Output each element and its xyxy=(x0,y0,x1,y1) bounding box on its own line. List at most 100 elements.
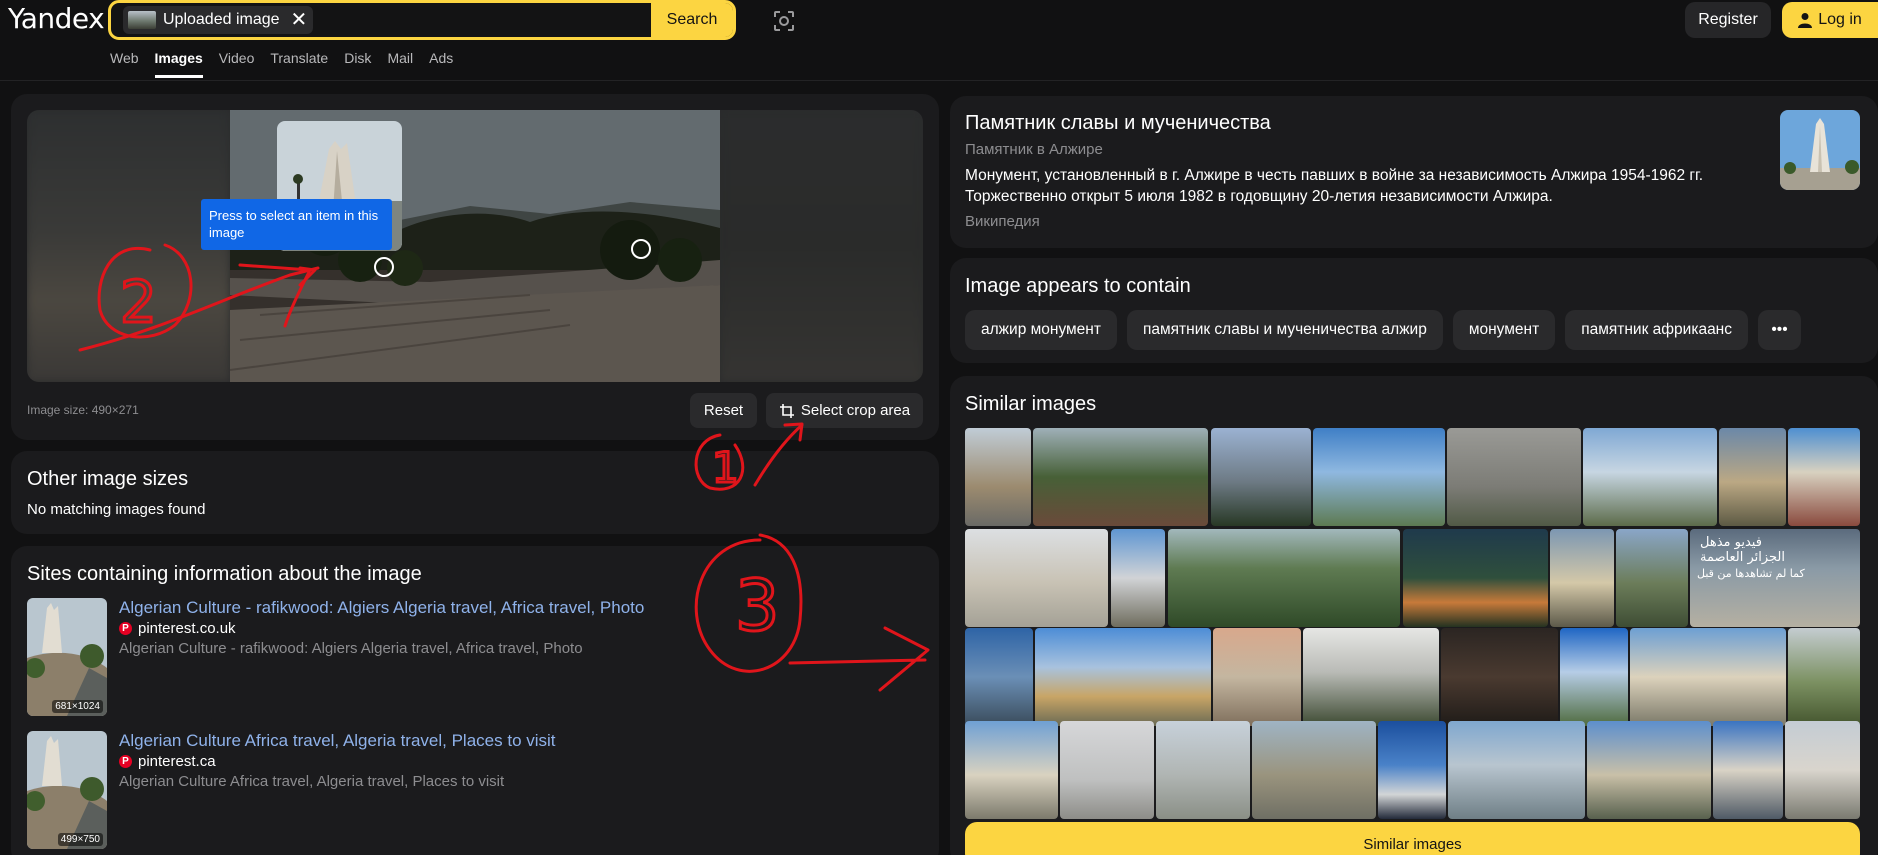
similar-image[interactable] xyxy=(1313,428,1445,526)
close-icon[interactable]: ✕ xyxy=(291,10,308,30)
similar-image[interactable] xyxy=(1616,529,1688,627)
tab-video[interactable]: Video xyxy=(219,50,255,66)
site-domain-text: pinterest.ca xyxy=(138,753,216,770)
similar-image[interactable] xyxy=(1033,428,1208,526)
search-button[interactable]: Search xyxy=(651,3,733,37)
uploaded-image-label: Uploaded image xyxy=(163,11,280,28)
similar-image[interactable] xyxy=(965,529,1108,627)
similar-image[interactable] xyxy=(965,721,1058,819)
tab-disk[interactable]: Disk xyxy=(344,50,371,66)
grid-row xyxy=(965,721,1860,819)
overlay-text-line: كما لم تشاهدها من قبل xyxy=(1697,567,1805,580)
site-domain-text: pinterest.co.uk xyxy=(138,620,236,637)
camera-search-icon[interactable] xyxy=(772,9,796,33)
similar-image[interactable] xyxy=(1788,628,1860,726)
site-result-title[interactable]: Algerian Culture Africa travel, Algeria … xyxy=(119,731,556,751)
similar-image[interactable] xyxy=(965,628,1033,726)
similar-image[interactable] xyxy=(1252,721,1376,819)
thumbnail-dimensions: 681×1024 xyxy=(52,700,103,713)
pinterest-icon: P xyxy=(119,622,132,635)
yandex-logo[interactable]: Yandex xyxy=(8,2,105,35)
overlay-text-line: فيديو مذهل xyxy=(1700,535,1762,550)
similar-image[interactable] xyxy=(965,428,1031,526)
tag-chip[interactable]: памятник африкаанс xyxy=(1565,310,1748,350)
other-sizes-card: Other image sizes No matching images fou… xyxy=(11,451,939,534)
login-label: Log in xyxy=(1818,11,1862,28)
header-divider xyxy=(0,80,1878,81)
blurred-backdrop-right xyxy=(720,110,923,382)
select-crop-area-button[interactable]: Select crop area xyxy=(766,393,923,428)
site-result[interactable]: 499×750 Algerian Culture Africa travel, … xyxy=(27,731,927,851)
site-result-title[interactable]: Algerian Culture - rafikwood: Algiers Al… xyxy=(119,598,644,618)
similar-image[interactable] xyxy=(1785,721,1860,819)
site-result-thumbnail[interactable]: 681×1024 xyxy=(27,598,107,716)
tab-translate[interactable]: Translate xyxy=(270,50,328,66)
similar-image[interactable] xyxy=(1156,721,1250,819)
similar-image[interactable] xyxy=(1111,529,1165,627)
image-preview[interactable] xyxy=(27,110,923,382)
similar-image[interactable] xyxy=(1630,628,1786,726)
object-image[interactable] xyxy=(1780,110,1860,190)
monument-image xyxy=(1780,110,1860,190)
site-result-thumbnail[interactable]: 499×750 xyxy=(27,731,107,849)
similar-image[interactable] xyxy=(1168,529,1400,627)
similar-image[interactable] xyxy=(1035,628,1211,726)
crop-icon xyxy=(779,403,794,418)
other-sizes-title: Other image sizes xyxy=(27,468,189,490)
object-subtitle: Памятник в Алжире xyxy=(965,141,1103,158)
grid-row xyxy=(965,428,1860,526)
service-tabs: Web Images Video Translate Disk Mail Ads xyxy=(110,50,453,78)
register-button[interactable]: Register xyxy=(1685,2,1771,38)
site-result[interactable]: 681×1024 Algerian Culture - rafikwood: A… xyxy=(27,598,927,718)
similar-image[interactable] xyxy=(1713,721,1783,819)
select-crop-area-label: Select crop area xyxy=(800,402,911,419)
overlay-text-line: الجزائر العاصمة xyxy=(1700,550,1786,565)
search-bar[interactable]: Uploaded image ✕ Search xyxy=(108,0,736,40)
tag-chip[interactable]: памятник славы и мученичества алжир xyxy=(1126,310,1443,350)
thumbnail-dimensions: 499×750 xyxy=(57,833,103,846)
similar-image[interactable] xyxy=(1583,428,1717,526)
similar-image[interactable] xyxy=(1788,428,1860,526)
similar-image[interactable] xyxy=(1378,721,1446,819)
sites-title: Sites containing information about the i… xyxy=(27,563,422,585)
site-result-description: Algerian Culture Africa travel, Algeria … xyxy=(119,773,505,790)
login-button[interactable]: Log in xyxy=(1782,2,1878,38)
similar-images-button[interactable]: Similar images xyxy=(965,822,1860,855)
tab-images[interactable]: Images xyxy=(154,50,204,78)
site-result-description: Algerian Culture - rafikwood: Algiers Al… xyxy=(119,640,583,657)
similar-image[interactable] xyxy=(1550,529,1614,627)
site-result-domain[interactable]: P pinterest.co.uk xyxy=(119,620,236,637)
similar-image[interactable] xyxy=(1403,529,1548,627)
more-tags-button[interactable]: ••• xyxy=(1758,310,1801,350)
tab-ads[interactable]: Ads xyxy=(429,50,453,66)
site-thumbnail-image xyxy=(27,731,107,849)
image-preview-card: Press to select an item in this image xyxy=(11,94,939,440)
similar-image[interactable] xyxy=(1447,428,1581,526)
item-hotspot-2[interactable] xyxy=(631,239,651,259)
similar-image[interactable] xyxy=(1211,428,1311,526)
item-hotspot-1[interactable] xyxy=(374,257,394,277)
similar-image[interactable] xyxy=(1587,721,1711,819)
tag-chip[interactable]: монумент xyxy=(1452,310,1556,350)
similar-image[interactable] xyxy=(1213,628,1301,726)
user-icon xyxy=(1798,13,1813,28)
uploaded-image-thumbnail xyxy=(128,11,156,29)
tag-list: алжир монумент памятник славы и мучениче… xyxy=(965,310,1801,350)
reset-button[interactable]: Reset xyxy=(690,393,757,428)
site-result-domain[interactable]: P pinterest.ca xyxy=(119,753,216,770)
uploaded-image-chip[interactable]: Uploaded image ✕ xyxy=(123,6,314,34)
contains-title: Image appears to contain xyxy=(965,275,1191,297)
similar-image[interactable] xyxy=(1560,628,1628,726)
similar-image[interactable] xyxy=(1060,721,1154,819)
tag-chip[interactable]: алжир монумент xyxy=(965,310,1117,350)
object-source-link[interactable]: Википедия xyxy=(965,213,1040,230)
tab-web[interactable]: Web xyxy=(110,50,139,66)
similar-image[interactable] xyxy=(1448,721,1585,819)
similar-image[interactable] xyxy=(1441,628,1558,726)
tab-mail[interactable]: Mail xyxy=(387,50,413,66)
similar-image[interactable] xyxy=(1303,628,1439,726)
similar-image[interactable] xyxy=(1719,428,1786,526)
object-title: Памятник славы и мученичества xyxy=(965,112,1271,134)
pinterest-icon: P xyxy=(119,755,132,768)
blurred-backdrop-left xyxy=(27,110,230,382)
